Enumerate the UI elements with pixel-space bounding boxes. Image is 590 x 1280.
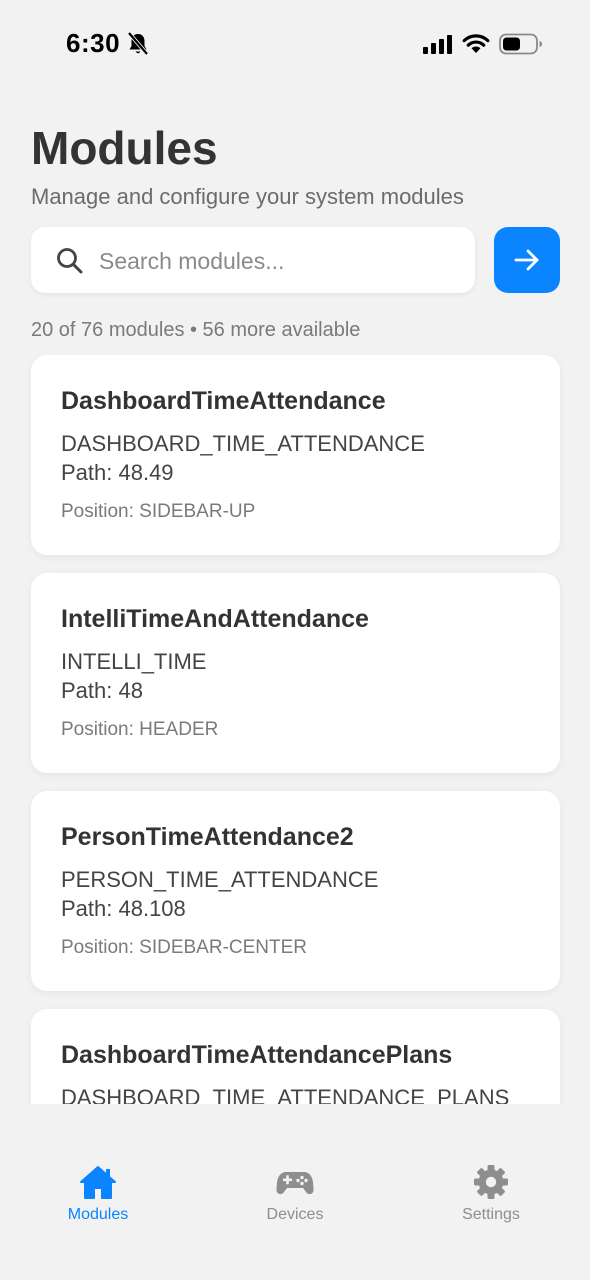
tab-bar: Modules Devices Settings xyxy=(0,1104,590,1280)
gamepad-icon xyxy=(276,1172,314,1195)
module-path: Path: 48.49 xyxy=(61,460,174,485)
module-card[interactable]: DashboardTimeAttendance DASHBOARD_TIME_A… xyxy=(31,355,560,555)
module-code: INTELLI_TIME xyxy=(61,649,207,674)
module-card[interactable]: DashboardTimeAttendancePlans DASHBOARD_T… xyxy=(31,1009,560,1104)
module-path: Path: 48 xyxy=(61,678,143,703)
module-path: Path: 48.108 xyxy=(61,896,186,921)
page-title: Modules xyxy=(31,122,218,174)
module-count-summary: 20 of 76 modules • 56 more available xyxy=(31,319,361,341)
module-name: DashboardTimeAttendancePlans xyxy=(61,1041,453,1069)
arrow-right-icon xyxy=(514,249,539,271)
module-card[interactable]: PersonTimeAttendance2 PERSON_TIME_ATTEND… xyxy=(31,791,560,991)
tab-devices[interactable]: Devices xyxy=(235,1164,355,1228)
module-code: DASHBOARD_TIME_ATTENDANCE_PLANS xyxy=(61,1085,510,1104)
status-bar: 6:30 xyxy=(0,0,590,88)
module-position: Position: HEADER xyxy=(61,719,219,740)
module-name: IntelliTimeAndAttendance xyxy=(61,605,369,633)
search-icon xyxy=(57,248,83,274)
home-icon xyxy=(80,1166,116,1199)
module-name: PersonTimeAttendance2 xyxy=(61,823,354,851)
module-position: Position: SIDEBAR-CENTER xyxy=(61,937,308,958)
tab-label-devices: Devices xyxy=(266,1206,324,1223)
module-name: DashboardTimeAttendance xyxy=(61,387,386,415)
module-position: Position: SIDEBAR-UP xyxy=(61,501,256,522)
battery-icon xyxy=(499,33,542,55)
status-time: 6:30 xyxy=(66,28,121,58)
gear-icon xyxy=(474,1165,508,1199)
search-box[interactable] xyxy=(31,227,475,293)
module-card[interactable]: IntelliTimeAndAttendance INTELLI_TIME Pa… xyxy=(31,573,560,773)
tab-label-modules: Modules xyxy=(67,1206,129,1223)
tab-settings[interactable]: Settings xyxy=(431,1164,551,1228)
modules-screen: 6:30 Modules Manage and configure your s… xyxy=(0,0,590,1280)
tab-modules[interactable]: Modules xyxy=(38,1164,158,1228)
search-input[interactable] xyxy=(97,237,461,285)
cellular-signal-icon xyxy=(423,35,452,54)
page-subtitle: Manage and configure your system modules xyxy=(31,184,464,209)
module-code: DASHBOARD_TIME_ATTENDANCE xyxy=(61,431,425,456)
tab-label-settings: Settings xyxy=(462,1206,520,1223)
wifi-icon xyxy=(462,34,490,53)
bell-muted-icon xyxy=(127,31,149,56)
search-submit-button[interactable] xyxy=(494,227,560,293)
module-list[interactable]: DashboardTimeAttendance DASHBOARD_TIME_A… xyxy=(0,355,590,1104)
module-code: PERSON_TIME_ATTENDANCE xyxy=(61,867,379,892)
